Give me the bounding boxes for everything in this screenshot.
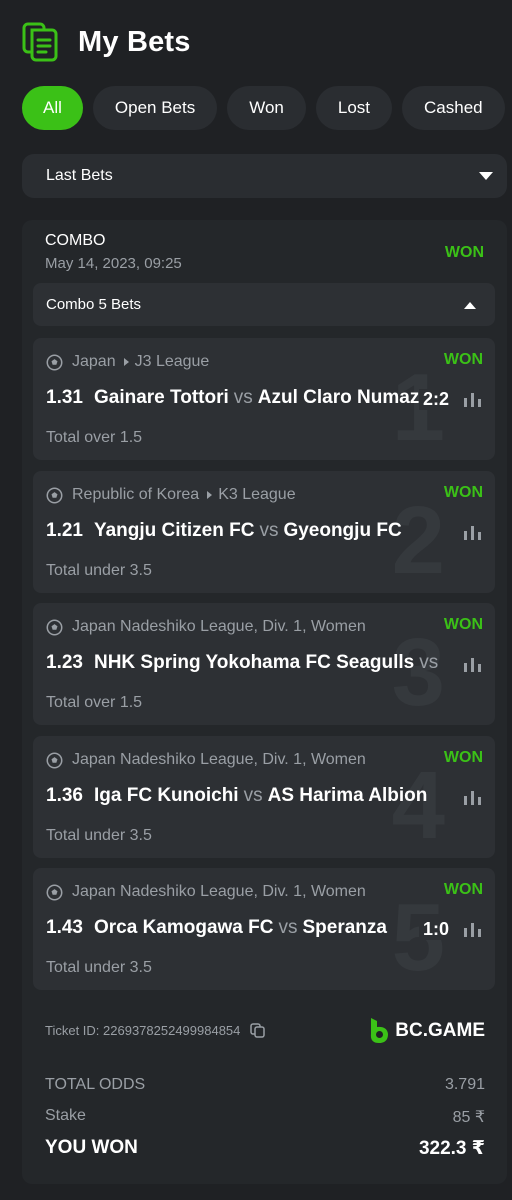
bet-date: May 14, 2023, 09:25 [45, 255, 182, 272]
tab-cashed[interactable]: Cashed [402, 86, 505, 130]
chevron-down-icon [479, 172, 493, 180]
payout-row: YOU WON 322.3 ₹ [45, 1137, 485, 1160]
page-header: My Bets [22, 22, 191, 62]
country-label: Republic of Korea [72, 486, 200, 503]
league-path: Japan Nadeshiko League, Div. 1, Women [46, 617, 423, 637]
bet-leg[interactable]: 1 Japan J3 League WON 1.31 Gainare Totto… [33, 338, 495, 460]
league-path: Republic of Korea K3 League [46, 485, 423, 505]
tab-open-bets[interactable]: Open Bets [92, 86, 218, 130]
market-label: Total over 1.5 [46, 429, 143, 446]
stats-icon[interactable] [464, 791, 481, 805]
vs-label: vs [419, 652, 439, 673]
leg-odd: 1.43 [46, 917, 83, 938]
period-dropdown-value: Last Bets [46, 167, 113, 184]
vs-label: vs [233, 387, 253, 408]
breadcrumb-arrow-icon [123, 358, 129, 366]
market-label: Total under 3.5 [46, 959, 152, 976]
league-path: Japan J3 League [46, 352, 423, 372]
match-line: 1.21 Yangju Citizen FC vs Gyeongju FC [46, 520, 446, 542]
soccer-ball-icon [46, 752, 63, 768]
away-team: AS Harima Albion [267, 785, 428, 806]
status-badge: WON [444, 244, 484, 261]
match-line: 1.36 Iga FC Kunoichi vs AS Harima Albion [46, 785, 446, 807]
match-line: 1.23 NHK Spring Yokohama FC Seagulls vs [46, 652, 446, 674]
payout-label: YOU WON [45, 1137, 138, 1158]
brand-logo: BC.GAME [369, 1018, 485, 1044]
match-line: 1.31 Gainare Tottori vs Azul Claro Numaz… [46, 387, 446, 409]
away-team: Azul Claro Numazu [257, 387, 431, 408]
country-label: Japan Nadeshiko League, Div. 1, Women [72, 751, 366, 768]
tab-lost[interactable]: Lost [315, 86, 393, 130]
ticket-id: Ticket ID: 2269378252499984854 [45, 1023, 266, 1038]
total-odds-value: 3.791 [444, 1076, 485, 1093]
home-team: NHK Spring Yokohama FC Seagulls [93, 652, 415, 673]
tab-all[interactable]: All [22, 86, 83, 130]
stake-label: Stake [45, 1107, 86, 1124]
breadcrumb-arrow-icon [207, 491, 213, 499]
bc-game-logo-icon [371, 1018, 389, 1043]
home-team: Orca Kamogawa FC [93, 917, 274, 938]
soccer-ball-icon [46, 354, 63, 370]
ticket-id-text: Ticket ID: 2269378252499984854 [45, 1023, 241, 1038]
copy-icon[interactable] [250, 1023, 266, 1038]
stats-icon[interactable] [464, 526, 481, 540]
match-score: 1:0 [418, 919, 449, 940]
soccer-ball-icon [46, 619, 63, 635]
country-label: Japan Nadeshiko League, Div. 1, Women [72, 618, 366, 635]
total-odds-row: TOTAL ODDS 3.791 [45, 1076, 485, 1094]
stats-icon[interactable] [464, 393, 481, 407]
stats-icon[interactable] [464, 658, 481, 672]
market-label: Total under 3.5 [46, 562, 152, 579]
stake-value: 85 ₹ [452, 1109, 485, 1126]
leg-status: WON [443, 616, 483, 633]
brand-name: BC.GAME [395, 1020, 485, 1041]
league-label: K3 League [218, 486, 296, 503]
home-team: Iga FC Kunoichi [93, 785, 239, 806]
period-dropdown[interactable]: Last Bets [22, 154, 507, 198]
receipt-icon [22, 22, 58, 62]
leg-odd: 1.23 [46, 652, 83, 673]
country-label: Japan [72, 353, 116, 370]
leg-odd: 1.21 [46, 520, 83, 541]
leg-odd: 1.31 [46, 387, 83, 408]
league-path: Japan Nadeshiko League, Div. 1, Women [46, 750, 423, 770]
home-team: Yangju Citizen FC [93, 520, 255, 541]
leg-status: WON [443, 749, 483, 766]
bet-card: COMBO May 14, 2023, 09:25 WON Combo 5 Be… [22, 220, 507, 1184]
vs-label: vs [243, 785, 263, 806]
match-line: 1.43 Orca Kamogawa FC vs Speranza [46, 917, 446, 939]
combo-toggle[interactable]: Combo 5 Bets [33, 283, 495, 326]
filter-tabs: All Open Bets Won Lost Cashed [22, 86, 512, 130]
bet-leg[interactable]: 3 Japan Nadeshiko League, Div. 1, Women … [33, 603, 495, 725]
leg-status: WON [443, 351, 483, 368]
bet-type: COMBO [45, 232, 106, 249]
leg-status: WON [443, 484, 483, 501]
league-path: Japan Nadeshiko League, Div. 1, Women [46, 882, 423, 902]
combo-label: Combo 5 Bets [46, 296, 142, 313]
home-team: Gainare Tottori [93, 387, 229, 408]
match-score: 2:2 [418, 389, 449, 410]
total-odds-label: TOTAL ODDS [45, 1076, 146, 1093]
away-team: Gyeongju FC [283, 520, 402, 541]
market-label: Total over 1.5 [46, 694, 143, 711]
vs-label: vs [278, 917, 298, 938]
bet-leg[interactable]: 2 Republic of Korea K3 League WON 1.21 Y… [33, 471, 495, 593]
vs-label: vs [259, 520, 279, 541]
stake-row: Stake 85 ₹ [45, 1107, 485, 1127]
bet-leg[interactable]: 5 Japan Nadeshiko League, Div. 1, Women … [33, 868, 495, 990]
soccer-ball-icon [46, 884, 63, 900]
leg-status: WON [443, 881, 483, 898]
stats-icon[interactable] [464, 923, 481, 937]
payout-value: 322.3 ₹ [418, 1138, 485, 1159]
page-title: My Bets [78, 25, 191, 58]
country-label: Japan Nadeshiko League, Div. 1, Women [72, 883, 366, 900]
bet-leg[interactable]: 4 Japan Nadeshiko League, Div. 1, Women … [33, 736, 495, 858]
market-label: Total under 3.5 [46, 827, 152, 844]
soccer-ball-icon [46, 487, 63, 503]
league-label: J3 League [134, 353, 210, 370]
chevron-up-icon [464, 302, 476, 309]
leg-odd: 1.36 [46, 785, 83, 806]
away-team: Speranza [302, 917, 387, 938]
tab-won[interactable]: Won [227, 86, 306, 130]
